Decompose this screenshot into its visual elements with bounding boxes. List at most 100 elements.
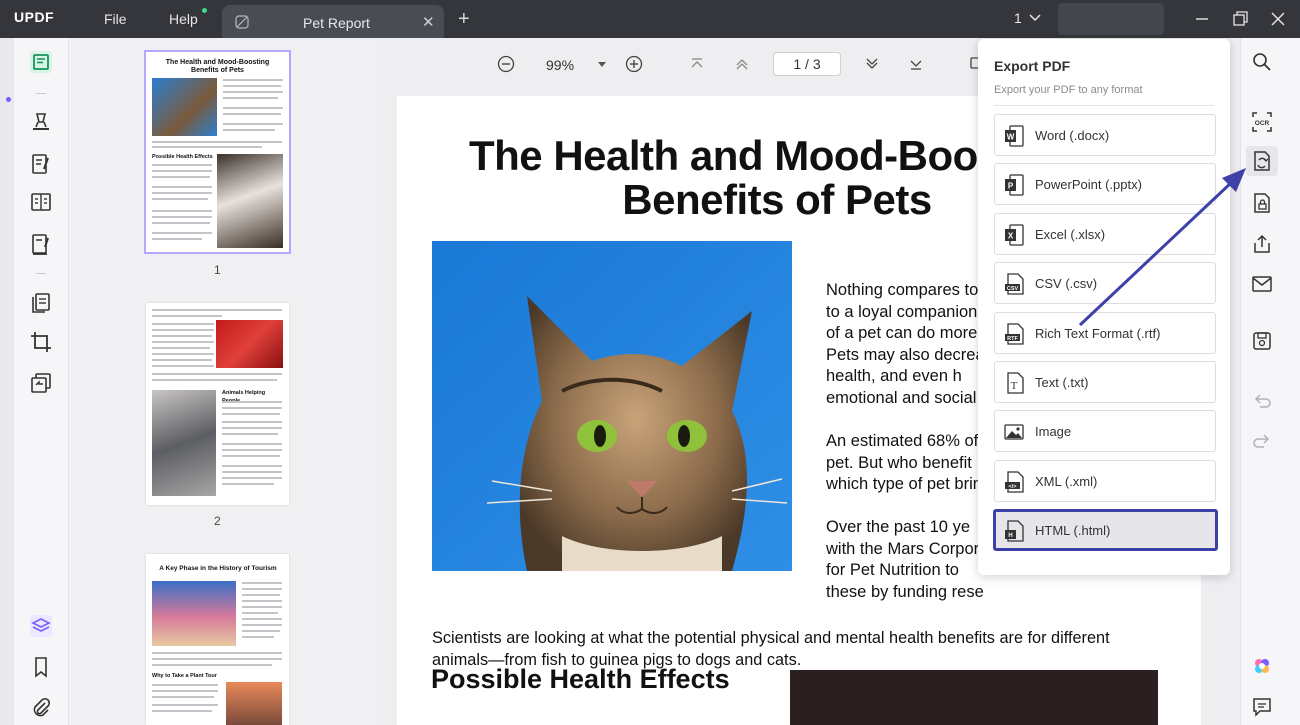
paragraph-1-line-5: health, and even h	[826, 367, 962, 385]
export-word-button[interactable]: W Word (.docx)	[994, 114, 1216, 156]
form-icon[interactable]	[29, 190, 53, 214]
thumb-title: The Health and Mood-Boosting Benefits of…	[165, 59, 270, 74]
page-selector[interactable]: 1	[1014, 10, 1022, 26]
ocr-icon[interactable]: OCR	[1251, 111, 1273, 133]
thumb-cat-image	[152, 78, 217, 136]
thumb-page-number-1: 1	[214, 263, 221, 277]
menu-help[interactable]: Help	[169, 11, 198, 27]
thumb-heading: Why to Take a Plant Tour	[152, 673, 217, 679]
previous-page-icon[interactable]	[733, 55, 751, 73]
export-csv-button[interactable]: CSV CSV (.csv)	[994, 262, 1216, 304]
right-toolbar: OCR	[1240, 38, 1300, 725]
tab-title: Pet Report	[303, 15, 370, 31]
page-thumbnail-3[interactable]: A Key Phase in the History of Tourism Wh…	[146, 554, 289, 725]
left-edge	[0, 38, 14, 725]
page-thumbnail-2[interactable]: Animals Helping People	[146, 303, 289, 505]
protect-icon[interactable]	[1251, 192, 1273, 214]
export-excel-button[interactable]: X Excel (.xlsx)	[994, 213, 1216, 255]
redo-icon[interactable]	[1251, 430, 1273, 452]
next-page-icon[interactable]	[863, 55, 881, 73]
paragraph-1-line-1: Nothing compares to	[826, 281, 979, 299]
rail-separator	[36, 273, 46, 274]
chat-icon[interactable]	[1251, 696, 1273, 718]
layers-icon[interactable]	[29, 614, 53, 638]
paragraph-2-line-3: which type of pet brin	[826, 475, 982, 493]
first-page-icon[interactable]	[688, 55, 706, 73]
export-xml-button[interactable]: </> XML (.xml)	[994, 460, 1216, 502]
comment-icon[interactable]	[29, 110, 53, 134]
panel-divider	[994, 105, 1214, 106]
svg-text:OCR: OCR	[1255, 120, 1270, 127]
thumb-tourism-image	[152, 581, 236, 646]
convert-icon[interactable]	[29, 371, 53, 395]
zoom-dropdown-icon[interactable]	[595, 57, 609, 71]
page-number-input[interactable]: 1 / 3	[773, 52, 841, 76]
search-icon[interactable]	[1251, 51, 1273, 73]
document-tab[interactable]: Pet Report ✕	[222, 5, 444, 38]
export-html-button[interactable]: H HTML (.html)	[993, 509, 1218, 551]
svg-text:X: X	[1008, 232, 1014, 241]
crop-icon[interactable]	[29, 330, 53, 354]
zoom-in-icon[interactable]	[625, 55, 643, 73]
panel-title: Export PDF	[994, 58, 1071, 74]
thumb-page-number-2: 2	[214, 514, 221, 528]
undo-icon[interactable]	[1251, 390, 1273, 412]
svg-text:RTF: RTF	[1007, 336, 1018, 342]
rtf-icon: RTF	[1005, 323, 1024, 345]
zoom-out-icon[interactable]	[497, 55, 515, 73]
export-option-label: PowerPoint (.pptx)	[1035, 177, 1142, 192]
fill-sign-icon[interactable]	[29, 232, 53, 256]
reader-mode-icon[interactable]	[29, 50, 53, 74]
export-rtf-button[interactable]: RTF Rich Text Format (.rtf)	[994, 312, 1216, 354]
share-icon[interactable]	[1251, 233, 1273, 255]
section-heading: Possible Health Effects	[431, 664, 730, 694]
organize-pages-icon[interactable]	[29, 291, 53, 315]
minimize-icon[interactable]	[1192, 9, 1212, 29]
save-icon[interactable]	[1251, 330, 1273, 352]
close-tab-icon[interactable]: ✕	[422, 13, 435, 31]
restore-icon[interactable]	[1230, 9, 1250, 29]
account-area[interactable]	[1058, 3, 1164, 35]
export-image-button[interactable]: Image	[994, 410, 1216, 452]
status-dot	[6, 97, 11, 102]
page-thumbnail-1[interactable]: The Health and Mood-Boosting Benefits of…	[144, 50, 291, 254]
cat-photo	[432, 241, 792, 571]
new-tab-icon[interactable]: +	[458, 8, 470, 31]
paragraph-3-line-4: these by funding rese	[826, 583, 984, 601]
export-text-button[interactable]: T Text (.txt)	[994, 361, 1216, 403]
thumb-dog-image	[217, 154, 283, 248]
paragraph-2-line-2: pet. But who benefit	[826, 454, 972, 472]
thumb-heading: Possible Health Effects	[152, 154, 213, 160]
svg-text:</>: </>	[1009, 484, 1017, 490]
paragraph-4-line-1: Scientists are looking at what the poten…	[432, 629, 1110, 647]
panel-subtitle: Export your PDF to any format	[994, 84, 1143, 96]
close-window-icon[interactable]	[1268, 9, 1288, 29]
word-icon: W	[1005, 125, 1024, 147]
zoom-level[interactable]: 99%	[546, 57, 574, 73]
edit-pdf-icon[interactable]	[29, 152, 53, 176]
export-option-label: CSV (.csv)	[1035, 276, 1098, 291]
attachment-icon[interactable]	[29, 696, 53, 720]
last-page-icon[interactable]	[907, 55, 925, 73]
excel-icon: X	[1005, 224, 1024, 246]
dog-photo	[790, 670, 1158, 725]
export-pdf-icon[interactable]	[1251, 150, 1273, 172]
rail-separator	[36, 93, 46, 94]
export-option-label: XML (.xml)	[1035, 474, 1098, 489]
thumb-cat2-image	[152, 390, 216, 496]
notification-dot	[202, 8, 207, 13]
export-option-label: HTML (.html)	[1035, 523, 1111, 538]
powerpoint-icon: P	[1005, 174, 1024, 196]
unsaved-doc-icon	[235, 15, 249, 29]
svg-text:P: P	[1008, 182, 1014, 191]
csv-icon: CSV	[1005, 273, 1024, 295]
text-icon: T	[1007, 372, 1024, 394]
bookmark-icon[interactable]	[29, 655, 53, 679]
export-option-label: Excel (.xlsx)	[1035, 227, 1106, 242]
export-powerpoint-button[interactable]: P PowerPoint (.pptx)	[994, 163, 1216, 205]
email-icon[interactable]	[1251, 273, 1273, 295]
chevron-down-icon[interactable]	[1028, 11, 1042, 25]
ai-assistant-icon[interactable]	[1251, 655, 1273, 677]
menu-file[interactable]: File	[104, 11, 127, 27]
svg-text:W: W	[1007, 133, 1015, 142]
